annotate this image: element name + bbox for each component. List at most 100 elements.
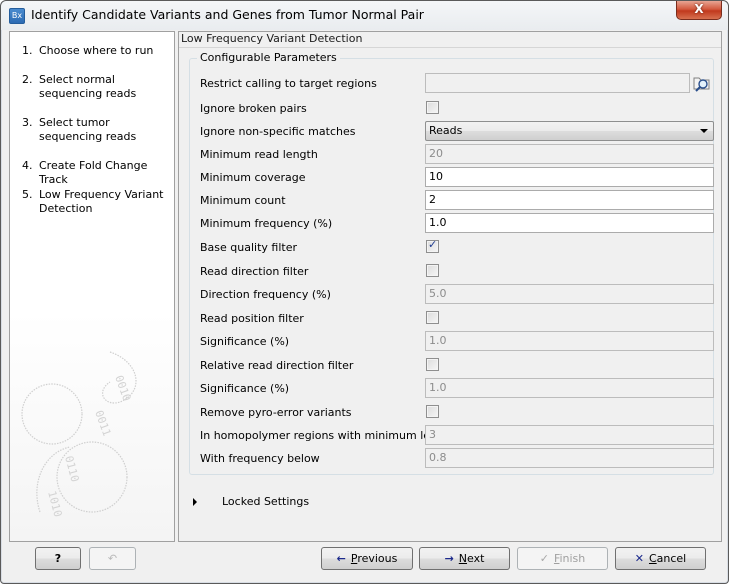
min-count-label: Minimum count xyxy=(200,194,286,207)
significance-2-field[interactable]: 1.0 xyxy=(425,378,714,398)
target-regions-field[interactable] xyxy=(425,73,690,93)
min-read-length-row: Minimum read length 20 xyxy=(198,144,714,166)
min-frequency-row: Minimum frequency (%) 1.0 xyxy=(198,213,714,235)
checkmark-icon: ✓ xyxy=(539,552,549,565)
ignore-nonspecific-row: Ignore non-specific matches Reads xyxy=(198,121,714,143)
min-read-length-label: Minimum read length xyxy=(200,148,318,161)
relative-read-direction-filter-row: Relative read direction filter xyxy=(198,355,708,377)
read-direction-filter-checkbox[interactable] xyxy=(426,264,439,277)
ignore-broken-pairs-checkbox[interactable] xyxy=(426,101,439,114)
chevron-down-icon xyxy=(700,129,708,133)
reset-button[interactable]: ↶ xyxy=(89,547,136,570)
dialog-client: 1. Choose where to run 2. Select normal … xyxy=(8,30,722,543)
direction-frequency-label: Direction frequency (%) xyxy=(200,288,331,301)
min-coverage-row: Minimum coverage 10 xyxy=(198,167,714,189)
dialog-window: Bx Identify Candidate Variants and Genes… xyxy=(0,0,729,584)
wizard-step-1: 1. Choose where to run xyxy=(22,44,172,58)
finish-label: Finish xyxy=(553,552,586,565)
remove-pyro-error-checkbox[interactable] xyxy=(426,405,439,418)
homopolymer-min-length-field[interactable]: 3 xyxy=(425,425,714,445)
step-number: 3. xyxy=(22,116,33,129)
previous-label: Previous xyxy=(350,552,398,565)
panel-title: Low Frequency Variant Detection xyxy=(179,32,721,46)
significance-1-label: Significance (%) xyxy=(200,335,290,348)
min-frequency-label: Minimum frequency (%) xyxy=(200,217,333,230)
decorative-binary-swirl-icon: 0010 0011 0110 1010 xyxy=(21,351,137,518)
with-frequency-below-row: With frequency below 0.8 xyxy=(198,448,714,470)
read-direction-filter-row: Read direction filter xyxy=(198,261,708,283)
significance-1-field[interactable]: 1.0 xyxy=(425,331,714,351)
help-button[interactable]: ? xyxy=(35,547,81,570)
wizard-step-5: 5. Low Frequency Variant Detection xyxy=(22,188,172,216)
step-label: Select normal sequencing reads xyxy=(39,73,137,100)
direction-frequency-field[interactable]: 5.0 xyxy=(425,284,714,304)
locked-settings-toggle[interactable]: Locked Settings xyxy=(191,494,391,510)
step-label: Choose where to run xyxy=(39,44,154,57)
close-icon: X xyxy=(694,2,704,16)
step-label: Low Frequency Variant Detection xyxy=(39,188,164,215)
step-number: 1. xyxy=(22,44,33,57)
close-button[interactable]: X xyxy=(676,1,722,20)
remove-pyro-error-row: Remove pyro-error variants xyxy=(198,402,708,424)
ignore-broken-pairs-label: Ignore broken pairs xyxy=(200,102,307,115)
ignore-broken-pairs-row: Ignore broken pairs xyxy=(198,98,708,120)
base-quality-filter-row: Base quality filter ✓ xyxy=(198,237,708,259)
min-coverage-field[interactable]: 10 xyxy=(425,167,714,187)
with-frequency-below-label: With frequency below xyxy=(200,452,320,465)
read-direction-filter-label: Read direction filter xyxy=(200,265,309,278)
min-read-length-field[interactable]: 20 xyxy=(425,144,714,164)
wizard-steps-panel: 1. Choose where to run 2. Select normal … xyxy=(9,31,175,542)
min-frequency-field[interactable]: 1.0 xyxy=(425,213,714,233)
significance-2-label: Significance (%) xyxy=(200,382,290,395)
finish-button[interactable]: ✓ Finish xyxy=(517,547,608,570)
checkmark-icon: ✓ xyxy=(428,238,438,251)
undo-arrow-icon: ↶ xyxy=(107,552,118,565)
min-count-field[interactable]: 2 xyxy=(425,190,714,210)
step-label: Create Fold Change Track xyxy=(39,159,148,186)
arrow-left-icon: ← xyxy=(336,552,346,565)
read-position-filter-row: Read position filter xyxy=(198,308,708,330)
wizard-step-4: 4. Create Fold Change Track xyxy=(22,159,172,187)
expand-triangle-icon xyxy=(193,498,197,506)
read-position-filter-label: Read position filter xyxy=(200,312,304,325)
svg-text:0011: 0011 xyxy=(92,409,113,438)
group-title: Configurable Parameters xyxy=(197,51,340,65)
previous-button[interactable]: ← Previous xyxy=(321,547,413,570)
step-label: Select tumor sequencing reads xyxy=(39,116,137,143)
help-icon: ? xyxy=(54,552,62,565)
step-number: 4. xyxy=(22,159,33,172)
restrict-calling-row: Restrict calling to target regions xyxy=(198,73,710,95)
title-bar: Bx Identify Candidate Variants and Genes… xyxy=(1,1,728,30)
svg-text:0110: 0110 xyxy=(62,454,81,483)
step-number: 5. xyxy=(22,188,33,201)
cancel-button[interactable]: ✕ Cancel xyxy=(615,547,706,570)
window-title: Identify Candidate Variants and Genes fr… xyxy=(31,7,424,22)
base-quality-filter-label: Base quality filter xyxy=(200,241,297,254)
app-icon: Bx xyxy=(9,8,25,24)
direction-frequency-row: Direction frequency (%) 5.0 xyxy=(198,284,714,306)
relative-read-direction-filter-label: Relative read direction filter xyxy=(200,359,354,372)
homopolymer-min-length-row: In homopolymer regions with minimum leng… xyxy=(198,425,714,447)
read-position-filter-checkbox[interactable] xyxy=(426,311,439,324)
homopolymer-min-length-label: In homopolymer regions with minimum leng… xyxy=(200,429,456,442)
locked-settings-label: Locked Settings xyxy=(222,495,310,508)
main-panel: Low Frequency Variant Detection Configur… xyxy=(178,31,722,542)
significance-1-row: Significance (%) 1.0 xyxy=(198,331,714,353)
select-value: Reads xyxy=(429,124,463,137)
min-coverage-label: Minimum coverage xyxy=(200,171,306,184)
relative-read-direction-filter-checkbox[interactable] xyxy=(426,358,439,371)
ignore-nonspecific-label: Ignore non-specific matches xyxy=(200,125,356,138)
configurable-parameters-group: Configurable Parameters Restrict calling… xyxy=(189,51,714,475)
panel-content: Configurable Parameters Restrict calling… xyxy=(179,47,721,541)
ignore-nonspecific-select[interactable]: Reads xyxy=(425,121,714,141)
next-button[interactable]: → Next xyxy=(419,547,510,570)
restrict-calling-label: Restrict calling to target regions xyxy=(200,77,377,90)
base-quality-filter-checkbox[interactable]: ✓ xyxy=(426,238,439,253)
with-frequency-below-field[interactable]: 0.8 xyxy=(425,448,714,468)
browse-folder-icon[interactable] xyxy=(692,73,712,93)
cancel-label: Cancel xyxy=(648,552,687,565)
wizard-step-2: 2. Select normal sequencing reads xyxy=(22,73,172,101)
step-number: 2. xyxy=(22,73,33,86)
min-count-row: Minimum count 2 xyxy=(198,190,714,212)
next-label: Next xyxy=(458,552,485,565)
